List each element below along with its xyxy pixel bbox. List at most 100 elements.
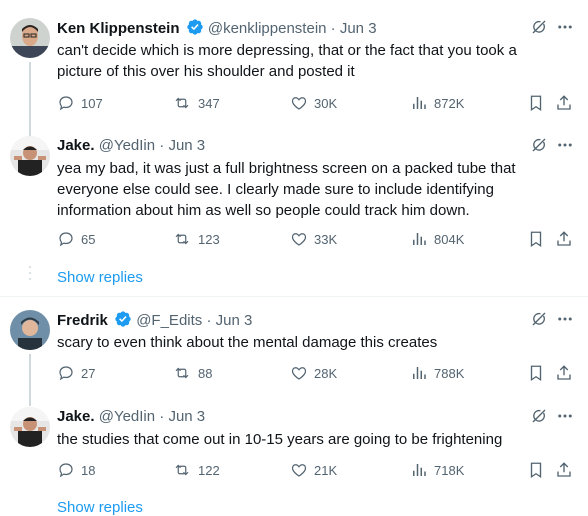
display-name[interactable]: Ken Klippenstein xyxy=(57,20,180,37)
analytics-icon xyxy=(410,230,428,248)
analytics-icon xyxy=(410,461,428,479)
reply-icon xyxy=(57,94,75,112)
tweet-text: scary to even think about the mental dam… xyxy=(57,334,438,351)
retweet-button[interactable]: 347 xyxy=(172,94,220,112)
tweet-actions: 65 123 33K 804K xyxy=(57,230,578,250)
heart-icon xyxy=(290,230,308,248)
like-button[interactable]: 33K xyxy=(290,230,337,248)
timestamp[interactable]: Jun 3 xyxy=(168,408,205,425)
grok-icon[interactable] xyxy=(530,136,548,159)
more-options-icon[interactable] xyxy=(556,136,574,159)
retweet-button[interactable]: 122 xyxy=(172,461,220,479)
reply-button[interactable]: 107 xyxy=(57,94,103,112)
reply-button[interactable]: 27 xyxy=(57,364,95,382)
handle[interactable]: @YedIin xyxy=(99,408,155,425)
retweet-count: 88 xyxy=(198,365,213,381)
like-count: 30K xyxy=(314,95,338,111)
show-replies-link[interactable]: Show replies xyxy=(57,499,143,516)
reply-icon xyxy=(57,230,75,248)
avatar[interactable] xyxy=(10,136,50,176)
view-count: 718K xyxy=(434,462,465,478)
reply-count: 18 xyxy=(81,462,96,478)
views-button[interactable]: 872K xyxy=(410,94,464,112)
share-icon xyxy=(555,461,573,479)
reply-button[interactable]: 65 xyxy=(57,230,95,248)
grok-icon[interactable] xyxy=(530,407,548,430)
grok-icon[interactable] xyxy=(530,310,548,333)
timestamp[interactable]: Jun 3 xyxy=(168,137,205,154)
heart-icon xyxy=(290,94,308,112)
retweet-icon xyxy=(172,230,192,248)
avatar[interactable] xyxy=(10,18,50,58)
tweet-header: Jake. @YedIin · Jun 3 xyxy=(57,136,528,158)
verified-badge-icon xyxy=(114,310,132,334)
bookmark-button[interactable] xyxy=(527,461,545,479)
reply-count: 107 xyxy=(81,95,103,111)
bookmark-button[interactable] xyxy=(527,230,545,248)
views-button[interactable]: 718K xyxy=(410,461,464,479)
share-button[interactable] xyxy=(555,94,573,112)
show-replies-link[interactable]: Show replies xyxy=(57,269,143,286)
like-button[interactable]: 28K xyxy=(290,364,337,382)
share-button[interactable] xyxy=(555,461,573,479)
reply-count: 27 xyxy=(81,365,96,381)
tweet-text: can't decide which is more depressing, t… xyxy=(57,42,517,80)
reply-button[interactable]: 18 xyxy=(57,461,95,479)
avatar[interactable] xyxy=(10,407,50,447)
timestamp[interactable]: Jun 3 xyxy=(216,312,253,329)
more-options-icon[interactable] xyxy=(556,407,574,430)
bookmark-icon xyxy=(527,230,545,248)
tweet-actions: 18 122 21K 718K xyxy=(57,461,578,481)
share-button[interactable] xyxy=(555,364,573,382)
views-button[interactable]: 804K xyxy=(410,230,464,248)
retweet-button[interactable]: 123 xyxy=(172,230,220,248)
handle[interactable]: @F_Edits xyxy=(136,312,202,329)
like-button[interactable]: 21K xyxy=(290,461,337,479)
bookmark-icon xyxy=(527,94,545,112)
bookmark-icon xyxy=(527,364,545,382)
tweet-header: Ken Klippenstein @kenklippenstein · Jun … xyxy=(57,18,528,40)
views-button[interactable]: 788K xyxy=(410,364,464,382)
tweet-text: yea my bad, it was just a full brightnes… xyxy=(57,160,516,219)
separator-dot: · xyxy=(159,408,165,425)
verified-badge-icon xyxy=(186,18,204,42)
share-icon xyxy=(555,230,573,248)
separator-dot: · xyxy=(159,137,165,154)
display-name[interactable]: Jake. xyxy=(57,408,95,425)
like-count: 28K xyxy=(314,365,338,381)
bookmark-button[interactable] xyxy=(527,364,545,382)
share-icon xyxy=(555,94,573,112)
view-count: 788K xyxy=(434,365,465,381)
retweet-count: 347 xyxy=(198,95,220,111)
display-name[interactable]: Fredrik xyxy=(57,312,108,329)
thread-dots xyxy=(28,262,32,284)
retweet-icon xyxy=(172,94,192,112)
display-name[interactable]: Jake. xyxy=(57,137,95,154)
share-icon xyxy=(555,364,573,382)
retweet-count: 122 xyxy=(198,462,220,478)
retweet-button[interactable]: 88 xyxy=(172,364,212,382)
more-options-icon[interactable] xyxy=(556,18,574,41)
separator-dot: · xyxy=(330,20,336,37)
analytics-icon xyxy=(410,94,428,112)
grok-icon[interactable] xyxy=(530,18,548,41)
bookmark-button[interactable] xyxy=(527,94,545,112)
view-count: 804K xyxy=(434,231,465,247)
retweet-count: 123 xyxy=(198,231,220,247)
like-button[interactable]: 30K xyxy=(290,94,337,112)
retweet-icon xyxy=(172,364,192,382)
retweet-icon xyxy=(172,461,192,479)
tweet-header: Fredrik @F_Edits · Jun 3 xyxy=(57,310,528,332)
handle[interactable]: @kenklippenstein xyxy=(208,20,327,37)
timestamp[interactable]: Jun 3 xyxy=(340,20,377,37)
divider xyxy=(0,296,588,297)
tweet-text: the studies that come out in 10-15 years… xyxy=(57,431,503,448)
reply-count: 65 xyxy=(81,231,96,247)
more-options-icon[interactable] xyxy=(556,310,574,333)
analytics-icon xyxy=(410,364,428,382)
separator-dot: · xyxy=(206,312,212,329)
handle[interactable]: @YedIin xyxy=(99,137,155,154)
like-count: 33K xyxy=(314,231,338,247)
share-button[interactable] xyxy=(555,230,573,248)
avatar[interactable] xyxy=(10,310,50,350)
